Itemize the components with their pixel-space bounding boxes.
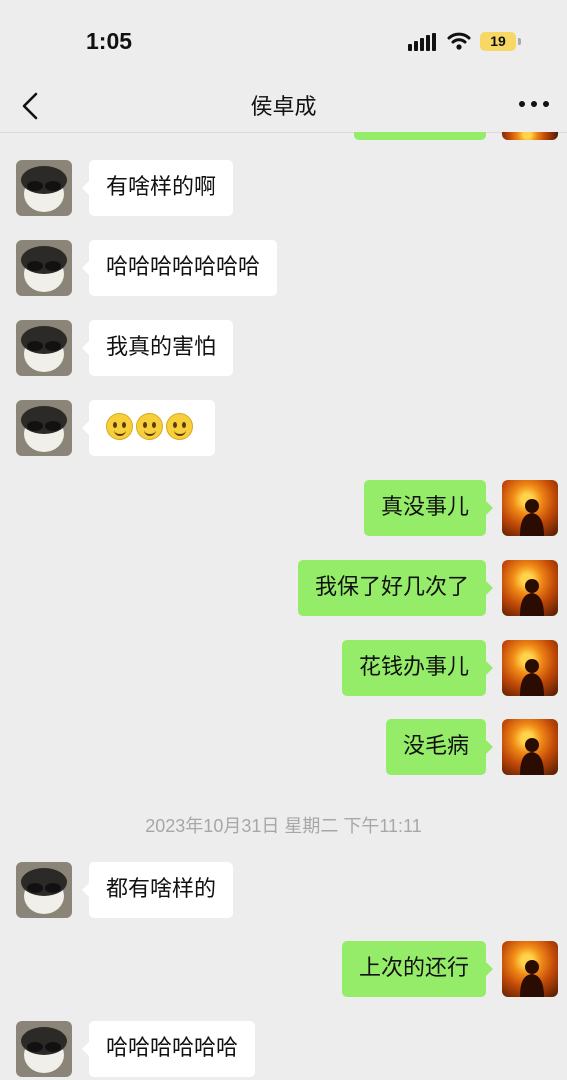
smile-emoji-icon (166, 412, 193, 440)
smile-emoji-icon (136, 412, 163, 440)
message-bubble[interactable]: 哈哈哈哈哈哈 (81, 1021, 256, 1077)
cat-icon (21, 1027, 67, 1073)
status-time: 1:05 (86, 28, 133, 54)
my-avatar[interactable] (502, 719, 558, 775)
my-avatar[interactable] (502, 480, 558, 536)
cat-icon (21, 868, 67, 914)
battery-nub (518, 38, 521, 45)
message-incoming (0, 400, 567, 458)
message-bubble[interactable]: 没毛病 (385, 719, 494, 775)
cat-icon (21, 246, 67, 292)
more-options-icon[interactable] (519, 98, 551, 110)
cat-icon (21, 406, 67, 452)
message-incoming: 有啥样的啊 (0, 160, 567, 218)
message-incoming: 哈哈哈哈哈哈 (0, 1021, 567, 1079)
cat-icon (21, 326, 67, 372)
chat-title: 侯卓成 (250, 95, 317, 120)
my-avatar[interactable] (502, 640, 558, 696)
message-bubble[interactable]: 真没事儿 (363, 480, 494, 536)
my-avatar[interactable] (502, 560, 558, 616)
battery-icon: 19 (480, 32, 516, 51)
message-bubble[interactable] (82, 400, 215, 456)
chat-header: 侯卓成 (0, 80, 567, 133)
partial-bubble[interactable] (354, 132, 486, 140)
person-silhouette-icon (520, 738, 544, 775)
smile-emoji-icon (106, 412, 133, 440)
my-avatar[interactable] (502, 132, 558, 140)
message-incoming: 都有啥样的 (0, 862, 567, 920)
message-incoming: 我真的害怕 (0, 320, 567, 378)
message-bubble[interactable]: 我真的害怕 (81, 320, 234, 376)
message-bubble[interactable]: 都有啥样的 (81, 862, 234, 918)
message-bubble[interactable]: 哈哈哈哈哈哈哈 (81, 240, 278, 296)
person-silhouette-icon (520, 659, 544, 696)
wifi-icon (447, 32, 471, 50)
contact-avatar[interactable] (16, 1021, 72, 1077)
message-outgoing: 上次的还行 (0, 941, 567, 999)
message-bubble[interactable]: 我保了好几次了 (297, 560, 494, 616)
message-bubble[interactable]: 花钱办事儿 (341, 640, 494, 696)
message-outgoing: 我保了好几次了 (0, 560, 567, 618)
status-bar: 1:05 19 (0, 0, 567, 80)
contact-avatar[interactable] (16, 862, 72, 918)
message-outgoing: 没毛病 (0, 719, 567, 777)
contact-avatar[interactable] (16, 320, 72, 376)
cat-icon (21, 166, 67, 212)
cellular-signal-icon (408, 33, 438, 51)
contact-avatar[interactable] (16, 160, 72, 216)
message-incoming: 哈哈哈哈哈哈哈 (0, 240, 567, 298)
contact-avatar[interactable] (16, 240, 72, 296)
message-outgoing: 真没事儿 (0, 480, 567, 538)
person-silhouette-icon (520, 960, 544, 997)
message-partial (0, 132, 567, 140)
my-avatar[interactable] (502, 941, 558, 997)
message-timestamp: 2023年10月31日 星期二 下午11:11 (145, 816, 422, 836)
person-silhouette-icon (520, 499, 544, 536)
message-bubble[interactable]: 上次的还行 (341, 941, 494, 997)
person-silhouette-icon (520, 579, 544, 616)
message-outgoing: 花钱办事儿 (0, 640, 567, 698)
message-bubble[interactable]: 有啥样的啊 (81, 160, 234, 216)
contact-avatar[interactable] (16, 400, 72, 456)
